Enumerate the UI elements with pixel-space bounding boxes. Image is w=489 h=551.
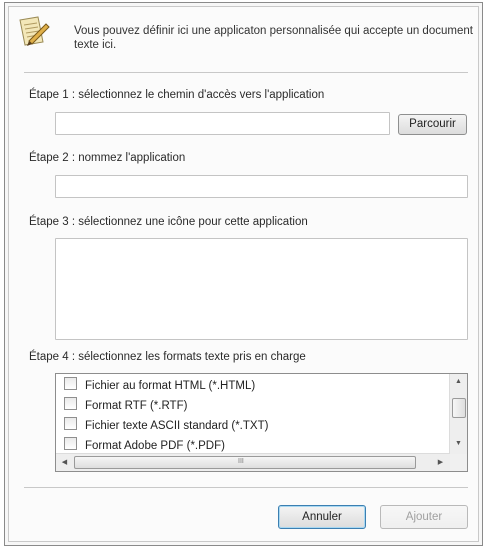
application-icon-picker[interactable] <box>55 238 468 340</box>
footer-separator <box>24 487 468 488</box>
format-item-rtf[interactable]: Format RTF (*.RTF) <box>64 397 187 415</box>
add-button[interactable]: Ajouter <box>380 505 468 529</box>
header-separator <box>24 72 468 73</box>
horizontal-scroll-thumb[interactable]: III <box>74 456 416 469</box>
step3-label: Étape 3 : sélectionnez une icône pour ce… <box>29 216 308 228</box>
format-listbox[interactable]: Fichier au format HTML (*.HTML) Format R… <box>55 373 468 472</box>
scroll-up-arrow-icon[interactable]: ▲ <box>450 378 467 385</box>
horizontal-scrollbar[interactable]: ◀ III ▶ <box>56 453 450 471</box>
format-item-label: Format RTF (*.RTF) <box>85 400 188 412</box>
browse-button[interactable]: Parcourir <box>398 114 467 135</box>
scroll-grip: III <box>238 458 244 465</box>
application-name-input[interactable] <box>55 175 468 198</box>
format-checkbox-txt[interactable] <box>64 417 77 430</box>
scroll-right-arrow-icon[interactable]: ▶ <box>432 458 449 466</box>
format-item-label: Format Adobe PDF (*.PDF) <box>85 440 225 452</box>
header-description: Vous pouvez définir ici une applicaton p… <box>74 25 473 51</box>
application-path-input[interactable] <box>55 112 390 135</box>
format-item-label: Fichier texte ASCII standard (*.TXT) <box>85 420 269 432</box>
format-checkbox-pdf[interactable] <box>64 437 77 450</box>
scroll-down-arrow-icon[interactable]: ▼ <box>450 440 467 447</box>
document-pen-icon <box>16 14 50 48</box>
step4-label: Étape 4 : sélectionnez les formats texte… <box>29 351 306 363</box>
format-item-txt[interactable]: Fichier texte ASCII standard (*.TXT) <box>64 417 268 435</box>
vertical-scroll-thumb[interactable] <box>452 398 466 418</box>
format-checkbox-rtf[interactable] <box>64 397 77 410</box>
format-checkbox-html[interactable] <box>64 377 77 390</box>
vertical-scrollbar[interactable]: ▲ ▼ <box>449 374 467 455</box>
format-item-label: Fichier au format HTML (*.HTML) <box>85 380 256 392</box>
cancel-button[interactable]: Annuler <box>278 505 366 529</box>
step1-label: Étape 1 : sélectionnez le chemin d'accès… <box>29 89 325 101</box>
scroll-left-arrow-icon[interactable]: ◀ <box>56 458 73 466</box>
step2-label: Étape 2 : nommez l'application <box>29 152 186 164</box>
format-item-html[interactable]: Fichier au format HTML (*.HTML) <box>64 377 255 395</box>
scrollbar-corner <box>450 454 467 471</box>
